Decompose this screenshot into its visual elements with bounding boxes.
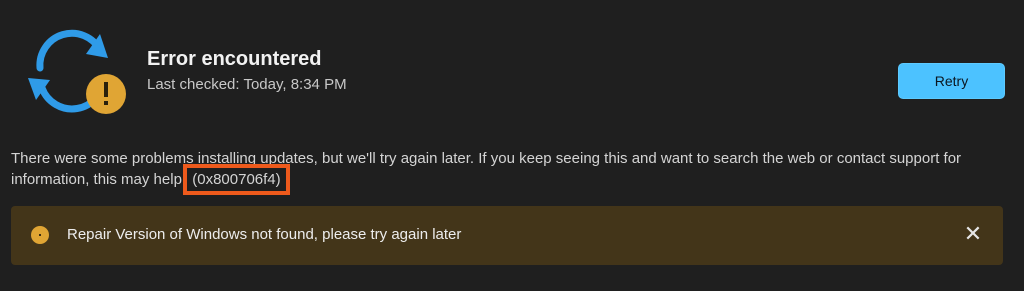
warning-badge-icon — [86, 74, 126, 114]
warning-dot-icon — [31, 226, 49, 244]
update-sync-icon — [28, 29, 126, 114]
close-icon[interactable]: ✕ — [961, 222, 985, 246]
error-message: There were some problems installing upda… — [11, 148, 1011, 195]
error-message-text: There were some problems installing upda… — [11, 150, 962, 188]
windows-update-page: Error encountered Last checked: Today, 8… — [0, 0, 1024, 291]
last-checked-text: Last checked: Today, 8:34 PM — [147, 76, 347, 93]
infobar-message: Repair Version of Windows not found, ple… — [67, 226, 462, 243]
status-title: Error encountered — [147, 48, 322, 70]
warning-infobar: Repair Version of Windows not found, ple… — [11, 206, 1003, 265]
error-code: (0x800706f4) — [183, 164, 290, 195]
retry-button[interactable]: Retry — [898, 63, 1005, 99]
